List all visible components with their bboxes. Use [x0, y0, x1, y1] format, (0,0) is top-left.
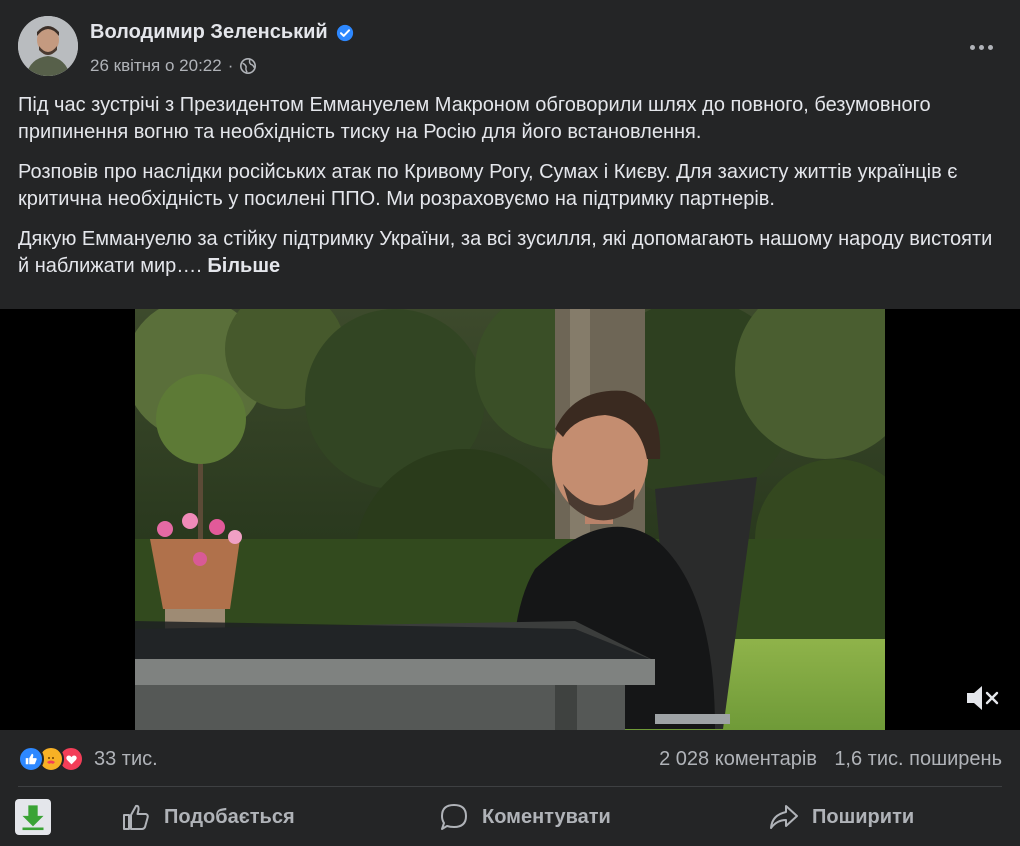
see-more-link[interactable]: Більше [207, 255, 280, 277]
video-frame [135, 309, 885, 730]
download-button[interactable] [15, 799, 51, 835]
post-paragraph: Розповів про наслідки російських атак по… [18, 161, 958, 210]
video-image [135, 309, 885, 730]
meta-separator: · [227, 56, 234, 75]
divider [18, 786, 1002, 787]
post-paragraph: Дякую Еммануелю за стійку підтримку Укра… [18, 226, 1000, 280]
comment-label: Коментувати [482, 805, 611, 828]
post-paragraph: Під час зустрічі з Президентом Еммануеле… [18, 94, 931, 143]
more-options-icon[interactable] [964, 30, 998, 64]
like-reaction-icon [18, 746, 44, 772]
post-stats: 33 тис. 2 028 коментарів 1,6 тис. пошире… [18, 742, 1002, 778]
share-button[interactable]: Поширити [768, 798, 914, 836]
share-label: Поширити [812, 805, 915, 828]
reactions-count[interactable]: 33 тис. [94, 748, 158, 771]
more-dot [969, 44, 975, 50]
shares-count[interactable]: 1,6 тис. поширень [834, 748, 1002, 771]
facebook-post: Володимир Зеленський 26 квітня о 20:22 ·… [0, 0, 1020, 846]
thumbs-up-icon [123, 804, 149, 830]
comment-bubble-icon [441, 804, 467, 830]
post-paragraph-text: Дякую Еммануелю за стійку підтримку Укра… [18, 228, 993, 277]
download-arrow-icon [22, 805, 44, 831]
post-text: Під час зустрічі з Президентом Еммануеле… [18, 92, 1000, 293]
more-dot [987, 44, 993, 50]
post-timestamp[interactable]: 26 квітня о 20:22 [90, 56, 222, 76]
verified-badge-icon [336, 24, 353, 41]
post-video[interactable] [0, 309, 1020, 730]
like-label: Подобається [164, 805, 295, 828]
post-actions: Подобається Коментувати Поширити [0, 792, 1020, 842]
more-dot [978, 44, 984, 50]
muted-speaker-icon[interactable] [964, 682, 1000, 714]
comments-count[interactable]: 2 028 коментарів [659, 748, 817, 771]
author-name-row: Володимир Зеленський [90, 21, 354, 44]
globe-icon[interactable] [239, 57, 257, 75]
author-avatar[interactable] [18, 16, 78, 76]
comment-button[interactable]: Коментувати [438, 798, 611, 836]
share-arrow-icon [770, 805, 798, 829]
post-header: Володимир Зеленський 26 квітня о 20:22 · [18, 16, 1002, 78]
avatar-image [18, 16, 78, 76]
author-name[interactable]: Володимир Зеленський [90, 21, 328, 44]
reactions-summary[interactable]: 33 тис. [18, 746, 158, 772]
post-meta: 26 квітня о 20:22 · [90, 56, 257, 76]
like-button[interactable]: Подобається [120, 798, 295, 836]
